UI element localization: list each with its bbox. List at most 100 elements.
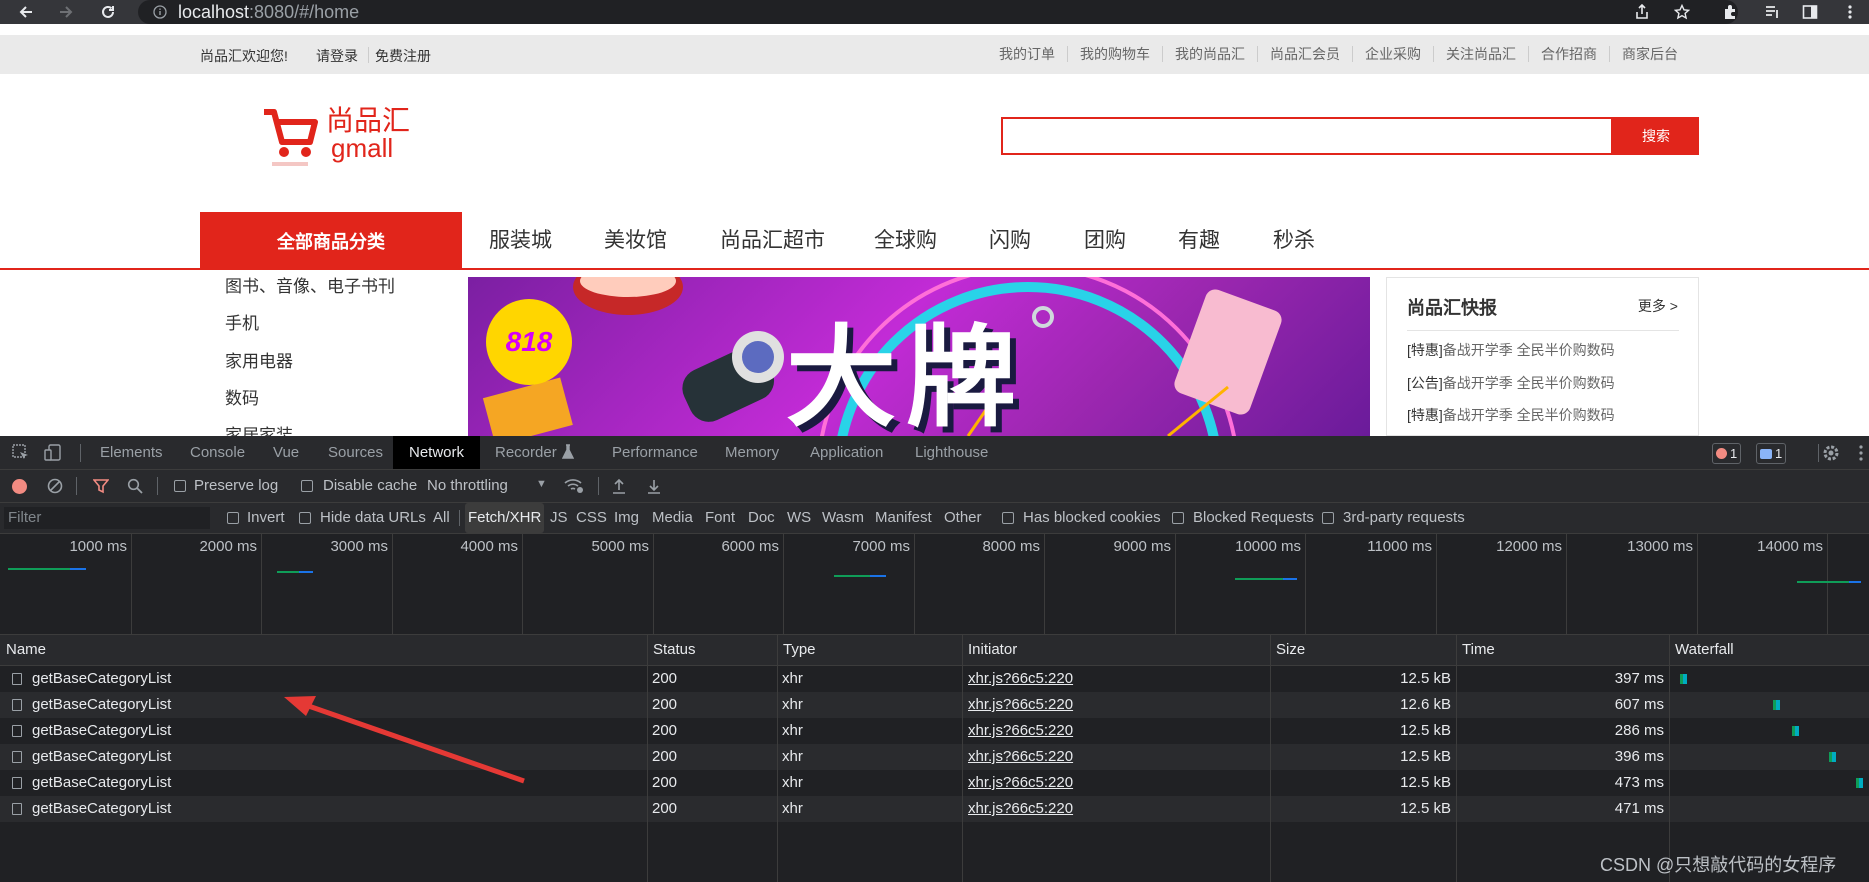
- tab-lighthouse[interactable]: Lighthouse: [915, 436, 988, 469]
- tab-recorder[interactable]: Recorder: [495, 436, 557, 469]
- filter-type-img[interactable]: Img: [614, 503, 639, 533]
- nav-item-group[interactable]: 团购: [1084, 226, 1126, 256]
- device-toolbar-icon[interactable]: [44, 444, 62, 465]
- export-har-icon[interactable]: [647, 478, 661, 497]
- tab-console[interactable]: Console: [190, 436, 245, 469]
- forward-icon[interactable]: [54, 0, 78, 24]
- tab-vue[interactable]: Vue: [273, 436, 299, 469]
- nav-item-flash[interactable]: 闪购: [989, 226, 1031, 256]
- category-item[interactable]: 家用电器: [225, 351, 293, 373]
- bookmark-star-icon[interactable]: [1670, 0, 1694, 24]
- network-conditions-icon[interactable]: [564, 478, 584, 497]
- blocked-cookies-checkbox[interactable]: [1002, 512, 1014, 524]
- logo-cart-icon[interactable]: [262, 106, 318, 173]
- request-name[interactable]: getBaseCategoryList: [32, 666, 171, 692]
- category-item[interactable]: 数码: [225, 388, 259, 410]
- table-row[interactable]: getBaseCategoryList 200 xhr xhr.js?66c5:220…: [0, 718, 1869, 744]
- column-header-time[interactable]: Time: [1456, 635, 1495, 665]
- share-icon[interactable]: [1630, 0, 1654, 24]
- top-link-enterprise[interactable]: 企业采购: [1352, 46, 1433, 62]
- table-row[interactable]: getBaseCategoryList 200 xhr xhr.js?66c5:220…: [0, 796, 1869, 822]
- tab-elements[interactable]: Elements: [100, 436, 163, 469]
- filter-type-manifest[interactable]: Manifest: [875, 503, 932, 533]
- invert-checkbox[interactable]: [227, 512, 239, 524]
- filter-type-fetch-xhr[interactable]: Fetch/XHR: [465, 503, 545, 533]
- request-initiator-link[interactable]: xhr.js?66c5:220: [968, 744, 1073, 770]
- all-categories-button[interactable]: 全部商品分类: [200, 212, 462, 270]
- filter-type-js[interactable]: JS: [550, 503, 568, 533]
- extensions-icon[interactable]: [1718, 0, 1742, 24]
- table-row[interactable]: getBaseCategoryList 200 xhr xhr.js?66c5:220…: [0, 770, 1869, 796]
- request-name[interactable]: getBaseCategoryList: [32, 692, 171, 718]
- top-link-member[interactable]: 尚品汇会员: [1257, 46, 1352, 62]
- nav-item-seckill[interactable]: 秒杀: [1273, 226, 1315, 256]
- table-row[interactable]: getBaseCategoryList 200 xhr xhr.js?66c5:220…: [0, 666, 1869, 692]
- request-initiator-link[interactable]: xhr.js?66c5:220: [968, 796, 1073, 822]
- import-har-icon[interactable]: [612, 478, 626, 497]
- top-link-my[interactable]: 我的尚品汇: [1162, 46, 1257, 62]
- table-row[interactable]: getBaseCategoryList 200 xhr xhr.js?66c5:220…: [0, 744, 1869, 770]
- column-header-size[interactable]: Size: [1270, 635, 1305, 665]
- reading-list-icon[interactable]: [1760, 0, 1784, 24]
- throttling-select[interactable]: No throttling: [427, 471, 508, 501]
- nav-item-beauty[interactable]: 美妆馆: [604, 226, 667, 256]
- banner-carousel[interactable]: 818 大牌: [468, 277, 1370, 436]
- settings-gear-icon[interactable]: [1822, 444, 1840, 465]
- search-button[interactable]: 搜索: [1613, 117, 1699, 155]
- table-row[interactable]: getBaseCategoryList 200 xhr xhr.js?66c5:220…: [0, 692, 1869, 718]
- devtools-menu-icon[interactable]: [1858, 444, 1864, 465]
- news-item[interactable]: [特惠]备战开学季 全民半价购数码: [1407, 405, 1615, 425]
- filter-type-css[interactable]: CSS: [576, 503, 607, 533]
- filter-type-doc[interactable]: Doc: [748, 503, 775, 533]
- request-initiator-link[interactable]: xhr.js?66c5:220: [968, 666, 1073, 692]
- filter-type-wasm[interactable]: Wasm: [822, 503, 864, 533]
- filter-icon[interactable]: [92, 478, 110, 497]
- column-header-waterfall[interactable]: Waterfall: [1669, 635, 1734, 665]
- request-name[interactable]: getBaseCategoryList: [32, 796, 171, 822]
- column-header-initiator[interactable]: Initiator: [962, 635, 1017, 665]
- tab-sources[interactable]: Sources: [328, 436, 383, 469]
- blocked-requests-checkbox[interactable]: [1172, 512, 1184, 524]
- request-name[interactable]: getBaseCategoryList: [32, 744, 171, 770]
- request-name[interactable]: getBaseCategoryList: [32, 718, 171, 744]
- clear-icon[interactable]: [47, 478, 63, 497]
- back-icon[interactable]: [14, 0, 38, 24]
- nav-item-clothing[interactable]: 服装城: [489, 226, 552, 256]
- nav-item-global[interactable]: 全球购: [874, 226, 937, 256]
- tab-performance[interactable]: Performance: [612, 436, 698, 469]
- disable-cache-checkbox[interactable]: [301, 480, 313, 492]
- tab-application[interactable]: Application: [810, 436, 883, 469]
- news-item[interactable]: [公告]备战开学季 全民半价购数码: [1407, 373, 1615, 393]
- top-link-orders[interactable]: 我的订单: [987, 46, 1067, 62]
- top-link-cooperation[interactable]: 合作招商: [1528, 46, 1609, 62]
- side-panel-icon[interactable]: [1798, 0, 1822, 24]
- top-link-merchant[interactable]: 商家后台: [1609, 46, 1690, 62]
- filter-input[interactable]: Filter: [4, 507, 210, 529]
- inspect-element-icon[interactable]: [12, 444, 30, 465]
- request-name[interactable]: getBaseCategoryList: [32, 770, 171, 796]
- category-item[interactable]: 图书、音像、电子书刊: [225, 276, 395, 298]
- filter-type-all[interactable]: All: [433, 503, 450, 533]
- record-button[interactable]: [12, 479, 27, 494]
- search-input[interactable]: [1001, 117, 1613, 155]
- request-initiator-link[interactable]: xhr.js?66c5:220: [968, 718, 1073, 744]
- filter-type-media[interactable]: Media: [652, 503, 693, 533]
- column-header-name[interactable]: Name: [0, 635, 46, 665]
- column-header-status[interactable]: Status: [647, 635, 696, 665]
- address-bar[interactable]: [138, 0, 1738, 24]
- network-overview-timeline[interactable]: 1000 ms 2000 ms 3000 ms 4000 ms 5000 ms 6000 …: [0, 534, 1869, 635]
- filter-type-other[interactable]: Other: [944, 503, 982, 533]
- filter-type-font[interactable]: Font: [705, 503, 735, 533]
- news-item[interactable]: [特惠]备战开学季 全民半价购数码: [1407, 340, 1615, 360]
- request-initiator-link[interactable]: xhr.js?66c5:220: [968, 692, 1073, 718]
- site-info-icon[interactable]: [148, 0, 172, 24]
- message-counter[interactable]: 1: [1756, 443, 1787, 464]
- hide-data-urls-checkbox[interactable]: [299, 512, 311, 524]
- top-link-follow[interactable]: 关注尚品汇: [1433, 46, 1528, 62]
- third-party-checkbox[interactable]: [1322, 512, 1334, 524]
- register-link[interactable]: 免费注册: [375, 46, 431, 66]
- request-initiator-link[interactable]: xhr.js?66c5:220: [968, 770, 1073, 796]
- tab-network[interactable]: Network: [393, 436, 481, 469]
- column-header-type[interactable]: Type: [777, 635, 816, 665]
- news-more-link[interactable]: 更多 >: [1638, 296, 1678, 316]
